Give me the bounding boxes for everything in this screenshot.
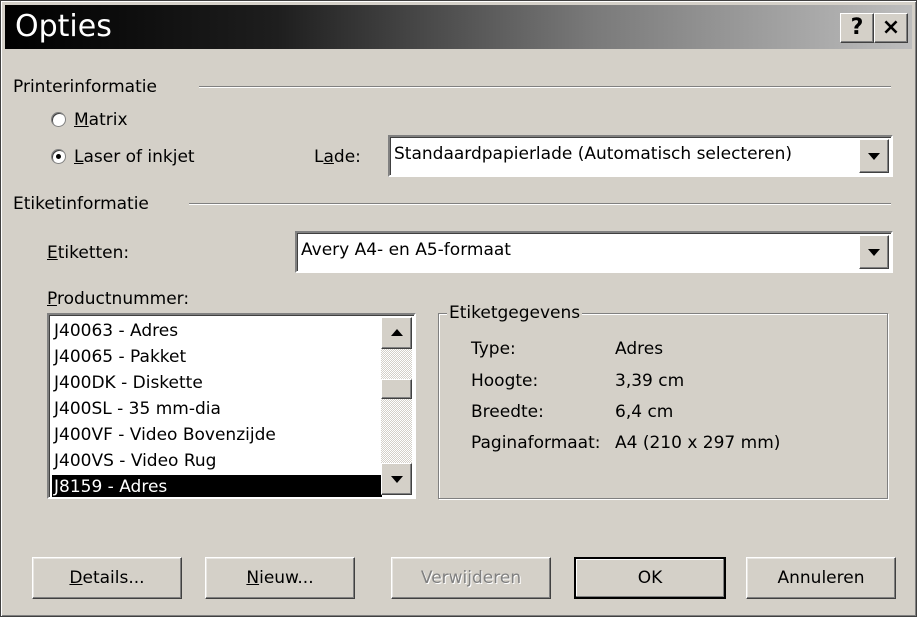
chevron-down-icon (868, 249, 880, 256)
labels-caption: Etiketten: (47, 243, 130, 263)
window-title: Opties (15, 9, 112, 44)
options-dialog: Opties ? × Printerinformatie Matrix Lase… (0, 0, 917, 617)
list-item[interactable]: J40065 - Pakket (52, 345, 382, 371)
detail-width-value: 6,4 cm (615, 402, 674, 422)
close-button[interactable]: × (874, 13, 908, 43)
printer-section-label: Printerinformatie (13, 77, 157, 97)
label-section-label: Etiketinformatie (13, 194, 149, 214)
laser-inkjet-radio-label[interactable]: Laser of inkjet (74, 147, 195, 167)
detail-type-label: Type: (471, 339, 516, 359)
scrollbar-thumb[interactable] (381, 379, 412, 399)
list-item[interactable]: J400SL - 35 mm-dia (52, 397, 382, 423)
label-details-group-label: Etiketgegevens (447, 303, 583, 323)
ok-button[interactable]: OK (574, 557, 726, 599)
detail-type-value: Adres (615, 339, 664, 359)
vertical-scrollbar[interactable] (381, 317, 412, 495)
tray-dropdown-button[interactable] (859, 139, 889, 173)
cancel-button[interactable]: Annuleren (746, 557, 896, 599)
list-item[interactable]: J400DK - Diskette (52, 371, 382, 397)
printer-section-divider (199, 86, 891, 88)
title-bar[interactable]: Opties ? × (5, 5, 912, 49)
chevron-down-icon (868, 153, 880, 160)
labels-dropdown-button[interactable] (859, 235, 889, 269)
delete-button[interactable]: Verwijderen (391, 557, 551, 599)
chevron-up-icon (390, 329, 403, 336)
product-number-caption: Productnummer: (47, 289, 190, 309)
tray-select[interactable]: Standaardpapierlade (Automatisch selecte… (388, 135, 893, 177)
radio-selected-dot (56, 154, 61, 159)
list-item[interactable]: J400VF - Video Bovenzijde (52, 423, 382, 449)
details-button[interactable]: Details... (32, 557, 182, 599)
list-item[interactable]: J40063 - Adres (52, 319, 382, 345)
scroll-up-button[interactable] (381, 317, 412, 349)
tray-select-value: Standaardpapierlade (Automatisch selecte… (394, 144, 793, 164)
labels-select[interactable]: Avery A4- en A5-formaat (295, 231, 893, 273)
detail-height-value: 3,39 cm (615, 371, 685, 391)
laser-inkjet-radio[interactable] (51, 149, 66, 164)
tray-label: Lade: (314, 147, 361, 167)
detail-height-label: Hoogte: (471, 371, 539, 391)
matrix-radio[interactable] (51, 112, 66, 127)
labels-select-value: Avery A4- en A5-formaat (301, 240, 511, 260)
detail-page-size-label: Paginaformaat: (471, 433, 601, 453)
scroll-down-button[interactable] (381, 463, 412, 495)
chevron-down-icon (390, 476, 403, 483)
new-button[interactable]: Nieuw... (205, 557, 355, 599)
matrix-radio-label[interactable]: Matrix (74, 110, 128, 130)
list-item-selected[interactable]: J8159 - Adres (52, 475, 382, 497)
product-items: J40063 - Adres J40065 - Pakket J400DK - … (52, 319, 382, 497)
list-item[interactable]: J400VS - Video Rug (52, 449, 382, 475)
detail-page-size-value: A4 (210 x 297 mm) (615, 433, 781, 453)
help-button[interactable]: ? (840, 13, 874, 43)
label-section-divider (189, 203, 891, 205)
product-number-list[interactable]: J40063 - Adres J40065 - Pakket J400DK - … (47, 313, 416, 499)
detail-width-label: Breedte: (471, 402, 544, 422)
